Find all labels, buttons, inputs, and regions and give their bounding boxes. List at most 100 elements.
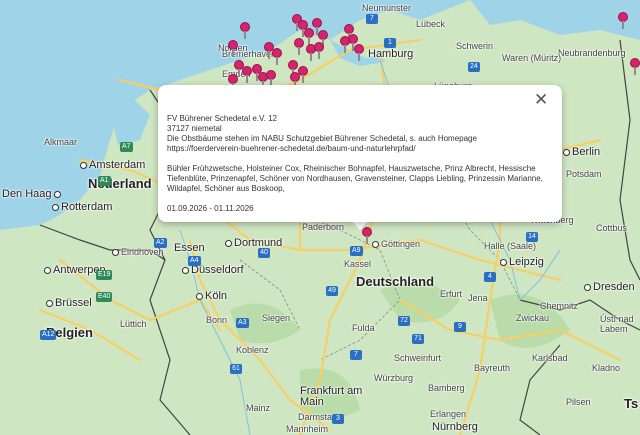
place-neumunster[interactable]: Neumünster bbox=[362, 2, 411, 14]
place-potsdam[interactable]: Potsdam bbox=[566, 168, 602, 180]
city-marker-icon bbox=[112, 249, 119, 256]
road-shield: A1 bbox=[98, 176, 111, 186]
city-marker-icon bbox=[53, 191, 61, 198]
place-den-haag[interactable]: Den Haag bbox=[2, 188, 63, 200]
city-marker-icon bbox=[44, 267, 51, 274]
place-usti[interactable]: Ústí nad Labem bbox=[600, 314, 640, 334]
place-paderborn[interactable]: Paderborn bbox=[302, 221, 344, 233]
road-shield: 49 bbox=[326, 286, 338, 296]
place-amsterdam[interactable]: Amsterdam bbox=[80, 159, 145, 171]
city-marker-icon bbox=[46, 300, 53, 307]
map-pin-icon[interactable] bbox=[338, 36, 352, 54]
road-shield: E40 bbox=[96, 292, 113, 302]
city-marker-icon bbox=[196, 293, 203, 300]
place-dresden[interactable]: Dresden bbox=[584, 281, 635, 293]
road-shield: 14 bbox=[526, 232, 538, 242]
place-dortmund[interactable]: Dortmund bbox=[225, 237, 282, 249]
road-shield: 3 bbox=[332, 414, 344, 424]
place-berlin[interactable]: Berlin bbox=[563, 146, 600, 158]
place-plzen[interactable]: Pilsen bbox=[566, 396, 591, 408]
place-mannheim[interactable]: Mannheim bbox=[286, 423, 328, 435]
place-neubrandenburg[interactable]: Neubrandenburg bbox=[558, 47, 626, 59]
place-bonn[interactable]: Bonn bbox=[206, 314, 227, 326]
road-shield: A4 bbox=[188, 256, 201, 266]
city-marker-icon bbox=[80, 162, 87, 169]
place-waren[interactable]: Waren (Müritz) bbox=[502, 52, 561, 64]
map-pin-icon[interactable] bbox=[352, 44, 366, 62]
city-marker-icon bbox=[182, 267, 189, 274]
place-brussel[interactable]: Brüssel bbox=[46, 297, 92, 309]
road-shield: E19 bbox=[96, 270, 113, 280]
city-marker-icon bbox=[584, 284, 591, 291]
road-shield: 72 bbox=[398, 316, 410, 326]
map[interactable]: Amsterdam Nederland Den Haag Rotterdam A… bbox=[0, 0, 640, 435]
popup-spacer bbox=[167, 154, 550, 164]
place-luttich[interactable]: Lüttich bbox=[120, 318, 147, 330]
popup-spacer bbox=[167, 194, 550, 204]
city-marker-icon bbox=[225, 240, 232, 247]
road-shield: 7 bbox=[366, 14, 378, 24]
road-shield: A7 bbox=[120, 142, 133, 152]
road-shield: 40 bbox=[258, 248, 270, 258]
road-shield: A12 bbox=[40, 330, 57, 340]
city-marker-icon bbox=[563, 149, 570, 156]
border-be-de bbox=[149, 299, 191, 435]
baltic-sea bbox=[470, 0, 640, 40]
place-chemnitz[interactable]: Chemnitz bbox=[540, 300, 578, 312]
country-label-partial: Ts bbox=[624, 396, 639, 411]
place-essen[interactable]: Essen bbox=[174, 242, 205, 254]
place-bamberg[interactable]: Bamberg bbox=[428, 382, 465, 394]
place-lubeck[interactable]: Lübeck bbox=[416, 18, 445, 30]
place-gottingen[interactable]: Göttingen bbox=[372, 238, 420, 250]
road-shield: A2 bbox=[154, 238, 167, 248]
map-pin-icon[interactable] bbox=[312, 42, 326, 60]
place-schweinfurt[interactable]: Schweinfurt bbox=[394, 352, 441, 364]
city-marker-icon bbox=[52, 204, 59, 211]
place-leipzig[interactable]: Leipzig bbox=[500, 256, 544, 268]
city-marker-icon bbox=[500, 259, 507, 266]
road-shield: 9 bbox=[454, 322, 466, 332]
place-bayreuth[interactable]: Bayreuth bbox=[474, 362, 510, 374]
popup-dates: 01.09.2026 - 01.11.2026 bbox=[167, 204, 254, 213]
place-wurzburg[interactable]: Würzburg bbox=[374, 372, 413, 384]
place-koblenz[interactable]: Koblenz bbox=[236, 344, 269, 356]
info-window: ✕ FV Bührener Schedetal e.V. 12 37127 ni… bbox=[158, 85, 562, 222]
road-shield: 4 bbox=[484, 272, 496, 282]
popup-title: FV Bührener Schedetal e.V. 12 bbox=[167, 114, 277, 123]
place-alkmaar[interactable]: Alkmaar bbox=[44, 136, 77, 148]
map-pin-icon[interactable] bbox=[238, 22, 252, 40]
place-erlangen[interactable]: Erlangen bbox=[430, 408, 466, 420]
place-zwickau[interactable]: Zwickau bbox=[516, 312, 549, 324]
road-shield: 24 bbox=[468, 62, 480, 72]
map-pin-icon[interactable] bbox=[628, 58, 640, 76]
place-koln[interactable]: Köln bbox=[196, 290, 227, 302]
road-shield: 61 bbox=[230, 364, 242, 374]
place-schwerin[interactable]: Schwerin bbox=[456, 40, 493, 52]
place-siegen[interactable]: Siegen bbox=[262, 312, 290, 324]
popup-description: Die Obstbäume stehen im NABU Schutzgebie… bbox=[167, 134, 477, 153]
place-cottbus[interactable]: Cottbus bbox=[596, 222, 627, 234]
place-karlsbad[interactable]: Karlsbad bbox=[532, 352, 568, 364]
place-frankfurt[interactable]: Frankfurt am Main bbox=[300, 386, 370, 408]
place-rotterdam[interactable]: Rotterdam bbox=[52, 201, 112, 213]
map-pin-icon[interactable] bbox=[616, 12, 630, 30]
close-icon[interactable]: ✕ bbox=[534, 91, 548, 108]
road-shield: 71 bbox=[412, 334, 424, 344]
border-de-pl bbox=[619, 39, 640, 281]
place-mainz[interactable]: Mainz bbox=[246, 402, 270, 414]
place-fulda[interactable]: Fulda bbox=[352, 322, 375, 334]
place-kassel[interactable]: Kassel bbox=[344, 258, 371, 270]
road-shield: 1 bbox=[384, 38, 396, 48]
map-pin-icon[interactable] bbox=[270, 48, 284, 66]
place-hamburg[interactable]: Hamburg bbox=[368, 48, 413, 60]
map-pin-icon[interactable] bbox=[226, 40, 240, 58]
road-shield: A3 bbox=[236, 318, 249, 328]
popup-address: 37127 niemetal bbox=[167, 124, 222, 133]
place-erfurt[interactable]: Erfurt bbox=[440, 288, 462, 300]
popup-tail bbox=[352, 221, 368, 230]
place-kladno[interactable]: Kladno bbox=[592, 362, 620, 374]
road-shield: A9 bbox=[350, 246, 363, 256]
place-jena[interactable]: Jena bbox=[468, 292, 488, 304]
popup-varieties: Bühler Frühzwetsche, Holsteiner Cox, Rhe… bbox=[167, 164, 543, 193]
place-nurnberg[interactable]: Nürnberg bbox=[432, 421, 478, 433]
